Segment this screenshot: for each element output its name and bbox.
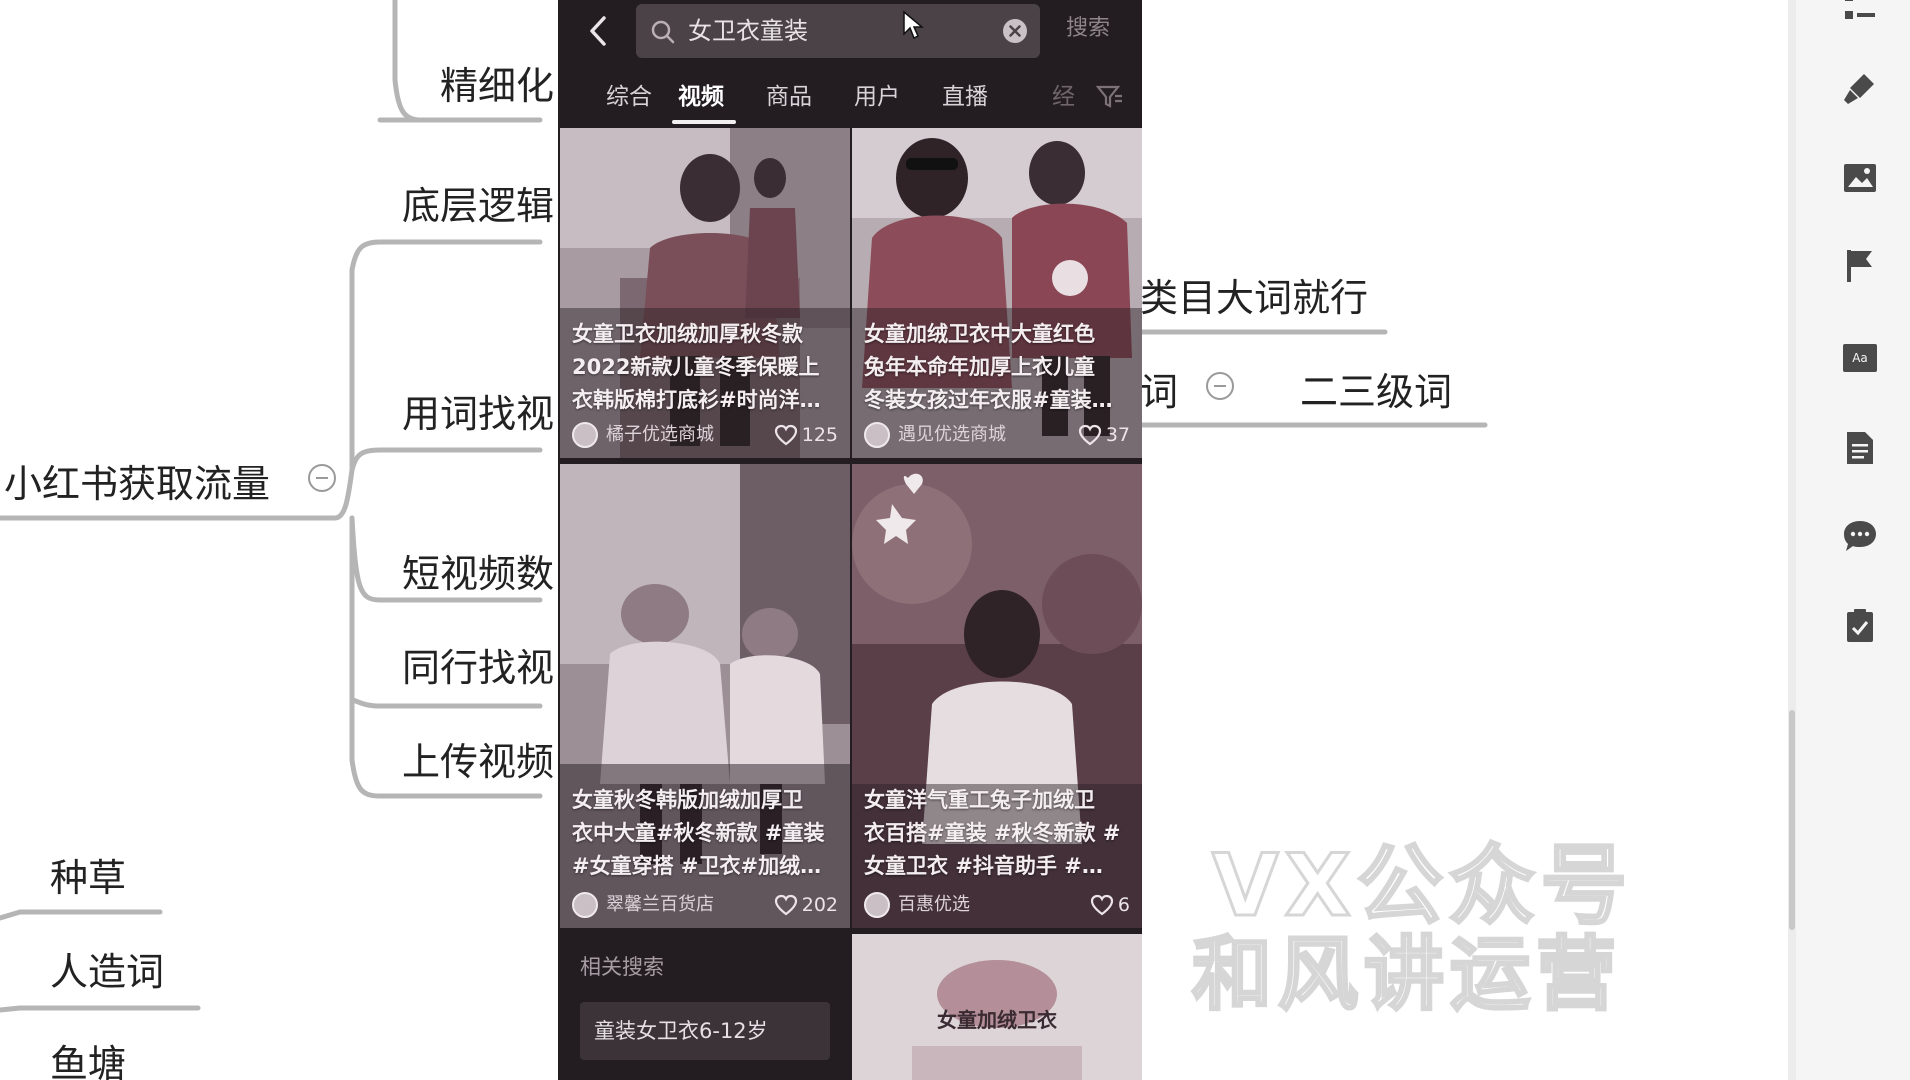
like-count[interactable]: 125 bbox=[774, 422, 838, 448]
avatar bbox=[864, 422, 890, 448]
tab-comprehensive[interactable]: 综合 bbox=[606, 82, 652, 112]
video-caption: 女童秋冬韩版加绒加厚卫 衣中大童#秋冬新款 #童装 #女童穿搭 #卫衣#加绒… bbox=[572, 788, 825, 878]
paint-brush-icon[interactable] bbox=[1838, 66, 1882, 110]
video-author[interactable]: 橘子优选商城 bbox=[572, 422, 714, 448]
search-icon bbox=[650, 19, 676, 45]
likes-number: 6 bbox=[1117, 894, 1130, 916]
text-style-icon[interactable]: Aa bbox=[1838, 336, 1882, 380]
like-count[interactable]: 37 bbox=[1078, 422, 1130, 448]
comment-icon[interactable] bbox=[1838, 514, 1882, 558]
like-count[interactable]: 202 bbox=[774, 892, 838, 918]
outline-icon[interactable] bbox=[1838, 0, 1882, 30]
mouse-pointer-icon bbox=[902, 10, 925, 40]
author-name: 橘子优选商城 bbox=[606, 424, 714, 445]
video-card[interactable]: 女童加绒卫衣 bbox=[852, 934, 1142, 1080]
author-name: 翠馨兰百货店 bbox=[606, 894, 714, 915]
search-query-text: 女卫衣童装 bbox=[688, 17, 808, 45]
video-card[interactable]: 女童加绒卫衣中大童红色 兔年本命年加厚上衣儿童 冬装女孩过年衣服#童装… 遇见优… bbox=[852, 128, 1142, 458]
watermark-line-2: 和风讲运营 bbox=[1191, 928, 1622, 1021]
tab-video[interactable]: 视频 bbox=[678, 82, 724, 112]
result-tabs: 综合 视频 商品 用户 直播 经 bbox=[558, 72, 1142, 126]
bottom-card-text: 女童加绒卫衣 bbox=[937, 1008, 1057, 1032]
clear-search-icon[interactable] bbox=[1002, 18, 1028, 44]
search-header: 女卫衣童装 搜索 bbox=[558, 0, 1142, 62]
mind-map-node-artificial-words[interactable]: 人造词 bbox=[50, 950, 164, 994]
related-searches-title: 相关搜索 bbox=[580, 955, 664, 979]
video-card[interactable]: 女童洋气重工兔子加绒卫 衣百搭#童装 #秋冬新款 # 女童卫衣 #抖音助手 #…… bbox=[852, 464, 1142, 928]
back-arrow-icon[interactable] bbox=[580, 10, 620, 52]
video-author[interactable]: 遇见优选商城 bbox=[864, 422, 1006, 448]
collapse-toggle-icon[interactable] bbox=[1206, 372, 1234, 400]
heart-icon bbox=[774, 424, 797, 446]
search-button[interactable]: 搜索 bbox=[1066, 14, 1110, 44]
avatar bbox=[864, 892, 890, 918]
video-card[interactable]: 女童卫衣加绒加厚秋冬款 2022新款儿童冬季保暖上 衣韩版棉打底衫#时尚洋… 橘… bbox=[560, 128, 850, 458]
video-caption: 女童加绒卫衣中大童红色 兔年本命年加厚上衣儿童 冬装女孩过年衣服#童装… bbox=[864, 322, 1113, 412]
mind-map-branch-node[interactable]: 同行找视 bbox=[402, 646, 554, 690]
heart-icon bbox=[1090, 894, 1114, 916]
mind-map-branch-node[interactable]: 用词找视 bbox=[402, 392, 554, 436]
vertical-scrollbar[interactable] bbox=[1788, 0, 1796, 1080]
task-clipboard-icon[interactable] bbox=[1838, 604, 1882, 648]
author-name: 遇见优选商城 bbox=[898, 424, 1006, 445]
collapse-toggle-icon[interactable] bbox=[308, 464, 336, 492]
avatar bbox=[572, 892, 598, 918]
related-searches: 相关搜索 童装女卫衣6-12岁 bbox=[558, 934, 848, 1080]
mind-map-branch-node[interactable]: 底层逻辑 bbox=[402, 184, 554, 228]
mind-map-node-fish-pond[interactable]: 鱼塘 bbox=[50, 1042, 126, 1080]
mind-map-node-seeding[interactable]: 种草 bbox=[50, 856, 126, 900]
likes-number: 125 bbox=[801, 424, 838, 446]
filter-icon[interactable] bbox=[1095, 84, 1124, 110]
mind-map-node-category-words[interactable]: 类目大词就行 bbox=[1140, 276, 1368, 320]
video-caption: 女童卫衣加绒加厚秋冬款 2022新款儿童冬季保暖上 衣韩版棉打底衫#时尚洋… bbox=[572, 322, 821, 412]
flag-icon[interactable] bbox=[1838, 244, 1882, 288]
likes-number: 202 bbox=[801, 894, 838, 916]
mind-map-root-node[interactable]: 小红书获取流量 bbox=[4, 462, 270, 506]
author-name: 百惠优选 bbox=[898, 894, 970, 915]
mind-map-branch-node[interactable]: 精细化 bbox=[440, 64, 554, 108]
phone-screen: 女卫衣童装 搜索 综合 视频 商品 用户 直播 经 女童卫衣加绒加厚秋冬款 20… bbox=[558, 0, 1142, 1080]
like-count[interactable]: 6 bbox=[1090, 892, 1130, 918]
svg-text:Aa: Aa bbox=[1852, 351, 1868, 365]
video-card[interactable]: 女童秋冬韩版加绒加厚卫 衣中大童#秋冬新款 #童装 #女童穿搭 #卫衣#加绒… … bbox=[560, 464, 850, 928]
video-author[interactable]: 翠馨兰百货店 bbox=[572, 892, 714, 918]
avatar bbox=[572, 422, 598, 448]
tab-products[interactable]: 商品 bbox=[766, 82, 812, 112]
image-icon[interactable] bbox=[1838, 156, 1882, 200]
likes-number: 37 bbox=[1105, 424, 1130, 446]
tab-more[interactable]: 经 bbox=[1052, 82, 1075, 112]
mind-map-branch-node[interactable]: 短视频数 bbox=[402, 552, 554, 596]
note-icon[interactable] bbox=[1838, 426, 1882, 470]
search-input[interactable]: 女卫衣童装 bbox=[636, 4, 1040, 58]
tab-users[interactable]: 用户 bbox=[854, 82, 900, 112]
heart-icon bbox=[774, 894, 797, 916]
mind-map-node-word-fragment[interactable]: 词 bbox=[1140, 370, 1178, 414]
active-tab-indicator bbox=[672, 120, 736, 124]
video-author[interactable]: 百惠优选 bbox=[864, 892, 970, 918]
related-search-chip[interactable]: 童装女卫衣6-12岁 bbox=[580, 1002, 830, 1060]
mind-map-branch-node[interactable]: 上传视频 bbox=[402, 740, 554, 784]
heart-icon bbox=[1078, 424, 1101, 446]
mind-map-node-secondary-words[interactable]: 二三级词 bbox=[1300, 370, 1452, 414]
video-caption: 女童洋气重工兔子加绒卫 衣百搭#童装 #秋冬新款 # 女童卫衣 #抖音助手 #… bbox=[864, 788, 1121, 878]
scrollbar-thumb[interactable] bbox=[1789, 710, 1795, 930]
watermark-line-1: VX公众号 bbox=[1211, 836, 1633, 936]
tab-live[interactable]: 直播 bbox=[942, 82, 988, 112]
